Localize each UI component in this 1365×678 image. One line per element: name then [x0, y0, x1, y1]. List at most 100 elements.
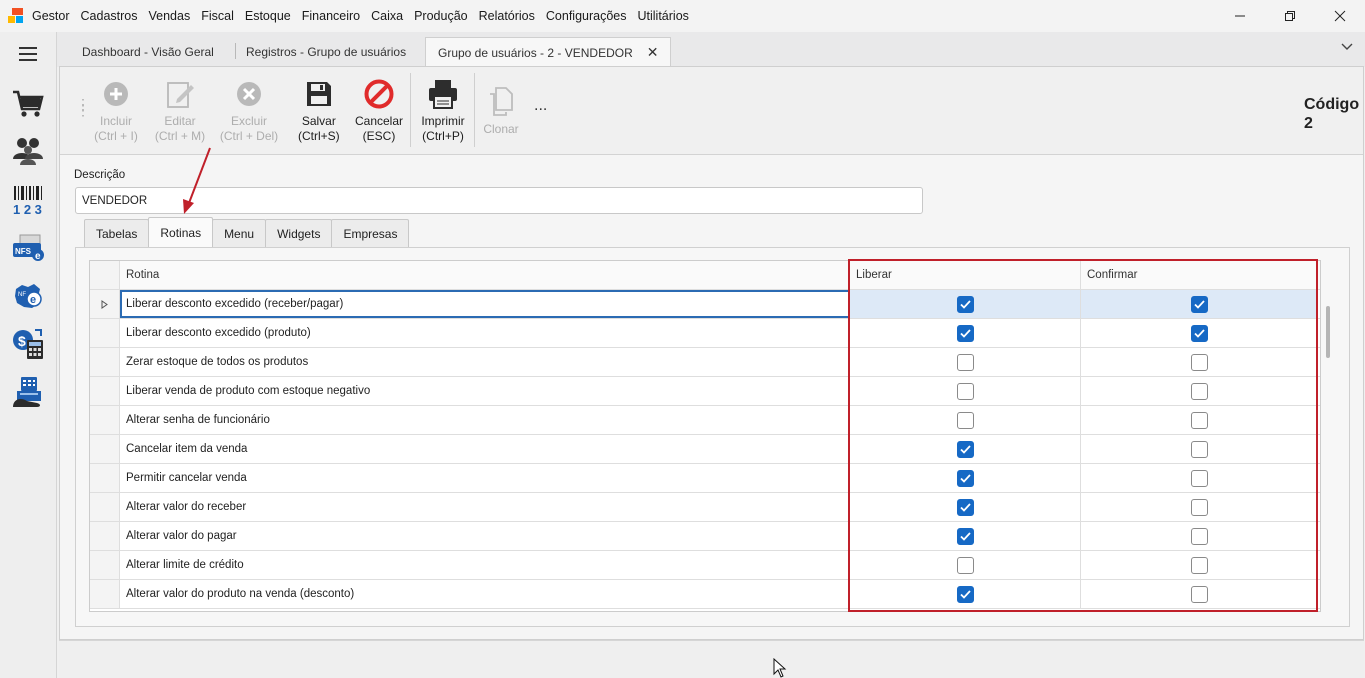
finance-calculator-icon[interactable]: $ — [8, 324, 48, 364]
rotina-cell[interactable]: Alterar valor do produto na venda (desco… — [120, 580, 850, 608]
confirmar-cell — [1081, 522, 1317, 550]
nfse-icon[interactable]: NFS e — [8, 228, 48, 268]
liberar-checkbox[interactable] — [956, 382, 974, 400]
menu-fiscal[interactable]: Fiscal — [201, 9, 234, 23]
confirmar-checkbox[interactable] — [1190, 585, 1208, 603]
restore-icon[interactable] — [1265, 0, 1315, 32]
table-row[interactable]: Liberar desconto excedido (produto) — [90, 319, 1320, 348]
row-indicator — [90, 522, 120, 550]
table-row[interactable]: Liberar desconto excedido (receber/pagar… — [90, 290, 1320, 319]
more-options-button[interactable]: ... — [534, 97, 547, 115]
rotina-cell[interactable]: Alterar limite de crédito — [120, 551, 850, 579]
rotina-cell[interactable]: Alterar valor do pagar — [120, 522, 850, 550]
excluir-button[interactable]: Excluir (Ctrl + Del) — [218, 77, 280, 144]
subtab-rotinas[interactable]: Rotinas — [148, 217, 214, 247]
doc-tab-grupo-usuarios[interactable]: Grupo de usuários - 2 - VENDEDOR ✕ — [425, 37, 672, 67]
doc-tab-label: Dashboard - Visão Geral — [82, 45, 214, 59]
hamburger-menu-icon[interactable] — [8, 34, 48, 74]
salvar-button[interactable]: Salvar (Ctrl+S) — [298, 77, 340, 144]
table-row[interactable]: Permitir cancelar venda — [90, 464, 1320, 493]
subtab-widgets[interactable]: Widgets — [265, 219, 333, 247]
menu-estoque[interactable]: Estoque — [245, 9, 291, 23]
doc-tab-dashboard[interactable]: Dashboard - Visão Geral — [70, 37, 226, 67]
liberar-cell — [850, 522, 1081, 550]
liberar-checkbox[interactable] — [956, 411, 974, 429]
nfe-icon[interactable]: e NF — [8, 276, 48, 316]
confirmar-checkbox[interactable] — [1190, 324, 1208, 342]
rotina-cell[interactable]: Liberar desconto excedido (receber/pagar… — [120, 290, 850, 318]
cancelar-button[interactable]: Cancelar (ESC) — [354, 77, 404, 144]
liberar-checkbox[interactable] — [956, 556, 974, 574]
doc-tab-label: Registros - Grupo de usuários — [246, 45, 407, 59]
row-indicator — [90, 406, 120, 434]
cash-register-icon[interactable] — [8, 372, 48, 412]
confirmar-checkbox[interactable] — [1190, 556, 1208, 574]
table-row[interactable]: Alterar senha de funcionário — [90, 406, 1320, 435]
menu-configuracoes[interactable]: Configurações — [546, 9, 627, 23]
confirmar-checkbox[interactable] — [1190, 440, 1208, 458]
toolbar-grip-icon[interactable]: ⋮ ⋮ — [76, 97, 90, 117]
doc-tab-label: Grupo de usuários - 2 - VENDEDOR — [438, 45, 633, 60]
confirmar-checkbox[interactable] — [1190, 295, 1208, 313]
liberar-checkbox[interactable] — [956, 295, 974, 313]
close-tab-icon[interactable]: ✕ — [647, 44, 659, 61]
table-row[interactable]: Zerar estoque de todos os produtos — [90, 348, 1320, 377]
subtab-menu[interactable]: Menu — [212, 219, 267, 247]
users-icon[interactable] — [8, 130, 48, 170]
menu-vendas[interactable]: Vendas — [149, 9, 191, 23]
menu-financeiro[interactable]: Financeiro — [302, 9, 360, 23]
column-header-confirmar[interactable]: Confirmar — [1081, 261, 1317, 289]
menu-cadastros[interactable]: Cadastros — [81, 9, 138, 23]
liberar-checkbox[interactable] — [956, 440, 974, 458]
imprimir-button[interactable]: Imprimir (Ctrl+P) — [417, 77, 469, 144]
column-header-liberar[interactable]: Liberar — [850, 261, 1081, 289]
table-row[interactable]: Alterar limite de crédito — [90, 551, 1320, 580]
menu-producao[interactable]: Produção — [414, 9, 468, 23]
confirmar-checkbox[interactable] — [1190, 411, 1208, 429]
close-icon[interactable] — [1315, 0, 1365, 32]
rotina-cell[interactable]: Permitir cancelar venda — [120, 464, 850, 492]
minimize-icon[interactable] — [1215, 0, 1265, 32]
table-row[interactable]: Alterar valor do produto na venda (desco… — [90, 580, 1320, 609]
add-icon — [103, 77, 129, 111]
menu-caixa[interactable]: Caixa — [371, 9, 403, 23]
menu-relatorios[interactable]: Relatórios — [479, 9, 535, 23]
confirmar-checkbox[interactable] — [1190, 527, 1208, 545]
subtab-tabelas[interactable]: Tabelas — [84, 219, 150, 247]
rotina-cell[interactable]: Alterar valor do receber — [120, 493, 850, 521]
confirmar-checkbox[interactable] — [1190, 353, 1208, 371]
vertical-scrollbar[interactable] — [1326, 306, 1330, 358]
liberar-checkbox[interactable] — [956, 353, 974, 371]
rotina-cell[interactable]: Liberar venda de produto com estoque neg… — [120, 377, 850, 405]
rotina-cell[interactable]: Alterar senha de funcionário — [120, 406, 850, 434]
menu-utilitarios[interactable]: Utilitários — [638, 9, 689, 23]
rotina-cell[interactable]: Liberar desconto excedido (produto) — [120, 319, 850, 347]
column-header-rotina[interactable]: Rotina — [120, 261, 850, 289]
table-row[interactable]: Cancelar item da venda — [90, 435, 1320, 464]
confirmar-checkbox[interactable] — [1190, 469, 1208, 487]
editar-button[interactable]: Editar (Ctrl + M) — [153, 77, 207, 144]
rotina-cell[interactable]: Cancelar item da venda — [120, 435, 850, 463]
confirmar-checkbox[interactable] — [1190, 498, 1208, 516]
subtab-empresas[interactable]: Empresas — [331, 219, 410, 247]
incluir-button[interactable]: Incluir (Ctrl + I) — [94, 77, 138, 144]
table-row[interactable]: Alterar valor do receber — [90, 493, 1320, 522]
confirmar-checkbox[interactable] — [1190, 382, 1208, 400]
liberar-checkbox[interactable] — [956, 498, 974, 516]
liberar-checkbox[interactable] — [956, 585, 974, 603]
chevron-down-icon[interactable] — [1341, 40, 1353, 54]
doc-tab-registros[interactable]: Registros - Grupo de usuários — [234, 37, 418, 67]
shopping-cart-icon[interactable] — [8, 84, 48, 124]
table-row[interactable]: Alterar valor do pagar — [90, 522, 1320, 551]
cancelar-shortcut: (ESC) — [362, 129, 396, 143]
salvar-shortcut: (Ctrl+S) — [298, 129, 340, 143]
barcode-icon[interactable]: 1 2 3 — [8, 180, 48, 220]
liberar-checkbox[interactable] — [956, 527, 974, 545]
liberar-checkbox[interactable] — [956, 469, 974, 487]
confirmar-cell — [1081, 406, 1317, 434]
table-row[interactable]: Liberar venda de produto com estoque neg… — [90, 377, 1320, 406]
clonar-button[interactable]: Clonar — [481, 85, 521, 137]
descricao-input[interactable] — [75, 187, 923, 214]
rotina-cell[interactable]: Zerar estoque de todos os produtos — [120, 348, 850, 376]
liberar-checkbox[interactable] — [956, 324, 974, 342]
